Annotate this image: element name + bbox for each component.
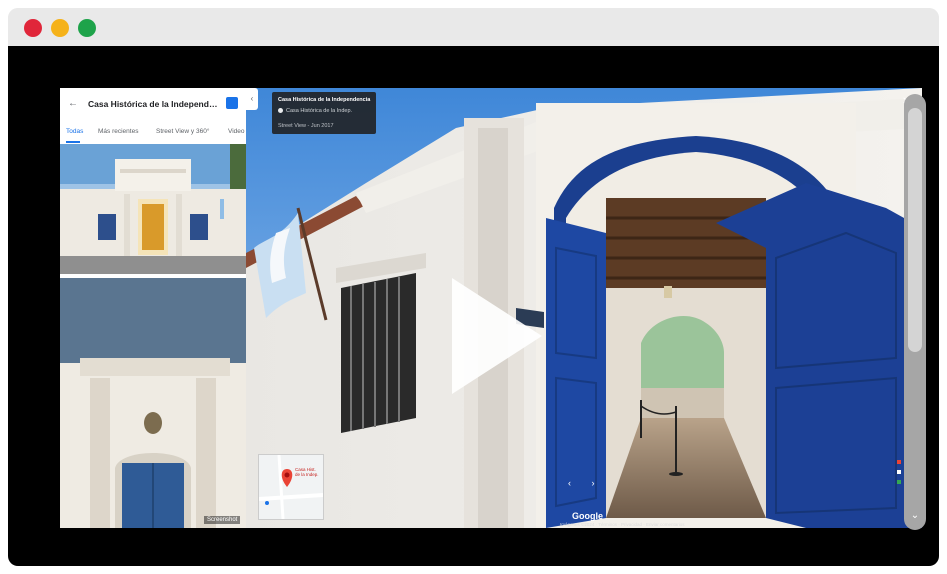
share-icon[interactable] xyxy=(226,97,238,109)
nav-right-arrow-icon[interactable]: › xyxy=(592,478,595,488)
street-view-info-card: Casa Histórica de la Independencia Casa … xyxy=(272,92,376,134)
map-controls[interactable] xyxy=(896,458,902,488)
info-card-subtitle[interactable]: Casa Histórica de la Indep. xyxy=(286,108,352,114)
scroll-down-chevron-icon[interactable]: ⌄ xyxy=(908,510,922,522)
place-photos-panel: ← Casa Histórica de la Independen... Tod… xyxy=(60,88,246,528)
video-player[interactable]: ← Casa Histórica de la Independen... Tod… xyxy=(8,46,939,566)
photo-thumbnail-facade[interactable] xyxy=(60,144,246,274)
place-title: Casa Histórica de la Independen... xyxy=(88,99,218,109)
street-view-nav: ‹ › xyxy=(568,478,613,488)
collapse-panel-button[interactable]: ‹ xyxy=(246,88,258,110)
browser-window: ← Casa Histórica de la Independen... Tod… xyxy=(8,8,939,566)
google-watermark: Google xyxy=(572,511,603,521)
maximize-window-button[interactable] xyxy=(78,19,96,37)
panel-header: ← Casa Histórica de la Independen... xyxy=(60,88,246,122)
photo-thumbnail-door[interactable] xyxy=(60,278,246,528)
nav-left-arrow-icon[interactable]: ‹ xyxy=(568,478,571,488)
tab-recientes[interactable]: Más recientes xyxy=(98,128,138,135)
location-pin-icon xyxy=(278,108,283,113)
photo-tabs: Todas Más recientes Street View y 360° V… xyxy=(60,122,246,145)
street-view-image[interactable] xyxy=(246,88,922,528)
overlay-scrollbar-thumb[interactable] xyxy=(908,108,922,352)
title-bar xyxy=(8,8,939,46)
tab-video[interactable]: Video xyxy=(228,128,245,135)
info-card-date: Street View - Jun 2017 xyxy=(278,123,334,129)
info-card-title: Casa Histórica de la Independencia xyxy=(278,97,371,103)
tab-todas[interactable]: Todas xyxy=(66,128,83,135)
tab-street-view[interactable]: Street View y 360° xyxy=(156,128,209,135)
play-icon[interactable] xyxy=(452,278,542,394)
minimize-window-button[interactable] xyxy=(51,19,69,37)
mini-map[interactable]: Casa Hist. de la Indep. xyxy=(258,454,324,520)
map-footer-text: Imágenes ©2024 · Términos · Privacidad ·… xyxy=(560,522,685,527)
back-arrow-icon[interactable]: ← xyxy=(68,98,78,109)
active-tab-indicator xyxy=(66,141,80,143)
close-window-button[interactable] xyxy=(24,19,42,37)
svg-text:de la Indep.: de la Indep. xyxy=(295,472,319,477)
screenshot-label: Screenshot xyxy=(204,516,241,524)
